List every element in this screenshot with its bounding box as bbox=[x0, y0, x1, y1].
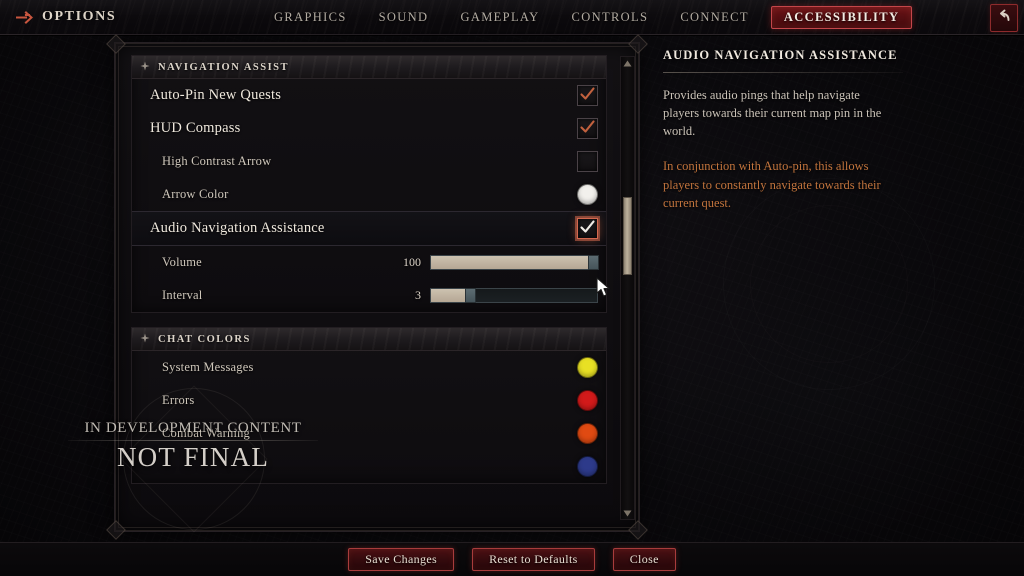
back-arrow-icon bbox=[996, 9, 1012, 28]
section-title-chat-colors: CHAT COLORS bbox=[158, 333, 251, 345]
description-panel: AUDIO NAVIGATION ASSISTANCE Provides aud… bbox=[663, 48, 983, 390]
color-swatch-combat-warning[interactable] bbox=[577, 423, 598, 444]
control-interval: 3 bbox=[393, 288, 598, 303]
control-partial-next bbox=[577, 456, 598, 477]
frame-ornament-br bbox=[628, 520, 648, 540]
row-partial-next[interactable] bbox=[132, 450, 606, 483]
checkbox-auto-pin-new-quests[interactable] bbox=[577, 85, 598, 106]
save-changes-button[interactable]: Save Changes bbox=[348, 548, 455, 571]
label-audio-navigation-assistance: Audio Navigation Assistance bbox=[150, 220, 325, 236]
slider-fill-volume bbox=[431, 256, 597, 269]
slider-volume[interactable] bbox=[430, 255, 599, 270]
color-swatch-errors[interactable] bbox=[577, 390, 598, 411]
settings-scroll-area[interactable]: NAVIGATION ASSIST Auto-Pin New Quests HU… bbox=[131, 55, 607, 519]
description-title: AUDIO NAVIGATION ASSISTANCE bbox=[663, 48, 898, 62]
row-arrow-color[interactable]: Arrow Color bbox=[132, 178, 606, 211]
frame-ornament-bl bbox=[106, 520, 126, 540]
label-auto-pin-new-quests: Auto-Pin New Quests bbox=[150, 87, 282, 103]
checkbox-audio-navigation-assistance[interactable] bbox=[577, 218, 598, 239]
control-auto-pin-new-quests bbox=[577, 85, 598, 106]
scrollbar-down-button[interactable] bbox=[621, 507, 634, 519]
top-navigation-bar: OPTIONS GRAPHICS SOUND GAMEPLAY CONTROLS… bbox=[0, 0, 1024, 35]
row-audio-navigation-assistance[interactable]: Audio Navigation Assistance bbox=[132, 211, 606, 246]
tab-accessibility[interactable]: ACCESSIBILITY bbox=[770, 5, 913, 29]
tab-connect[interactable]: CONNECT bbox=[664, 6, 764, 29]
arrow-right-icon bbox=[14, 10, 34, 24]
label-system-messages: System Messages bbox=[162, 360, 254, 374]
slider-handle-volume[interactable] bbox=[588, 255, 599, 270]
control-volume: 100 bbox=[393, 255, 599, 270]
row-hud-compass[interactable]: HUD Compass bbox=[132, 112, 606, 145]
options-label: OPTIONS bbox=[42, 9, 117, 24]
diamond-icon bbox=[140, 330, 150, 348]
frame-ornament-tr bbox=[628, 34, 648, 54]
settings-panel-frame: NAVIGATION ASSIST Auto-Pin New Quests HU… bbox=[106, 34, 648, 540]
color-swatch-arrow-color[interactable] bbox=[577, 184, 598, 205]
diamond-icon bbox=[140, 58, 150, 76]
label-arrow-color: Arrow Color bbox=[162, 187, 229, 201]
section-title-navigation-assist: NAVIGATION ASSIST bbox=[158, 61, 290, 73]
tab-controls[interactable]: CONTROLS bbox=[556, 6, 665, 29]
control-system-messages bbox=[577, 357, 598, 378]
frame-ornament-tl bbox=[106, 34, 126, 54]
label-volume: Volume bbox=[162, 255, 202, 269]
control-audio-navigation-assistance bbox=[577, 218, 598, 239]
options-screen: OPTIONS GRAPHICS SOUND GAMEPLAY CONTROLS… bbox=[0, 0, 1024, 576]
reset-to-defaults-button[interactable]: Reset to Defaults bbox=[472, 548, 595, 571]
description-body: Provides audio pings that help navigate … bbox=[663, 88, 882, 139]
section-header-chat-colors: CHAT COLORS bbox=[132, 328, 606, 351]
label-interval: Interval bbox=[162, 288, 203, 302]
row-combat-warning[interactable]: Combat Warning bbox=[132, 417, 606, 450]
triangle-up-icon bbox=[623, 54, 632, 72]
footer-bar: Save Changes Reset to Defaults Close bbox=[0, 542, 1024, 576]
control-high-contrast-arrow bbox=[577, 151, 598, 172]
label-hud-compass: HUD Compass bbox=[150, 120, 241, 136]
row-errors[interactable]: Errors bbox=[132, 384, 606, 417]
control-arrow-color bbox=[577, 184, 598, 205]
row-interval[interactable]: Interval 3 bbox=[132, 279, 606, 312]
control-hud-compass bbox=[577, 118, 598, 139]
scrollbar-thumb[interactable] bbox=[623, 197, 632, 275]
control-errors bbox=[577, 390, 598, 411]
scrollbar-up-button[interactable] bbox=[621, 57, 634, 69]
value-interval: 3 bbox=[415, 288, 421, 302]
row-auto-pin-new-quests[interactable]: Auto-Pin New Quests bbox=[132, 79, 606, 112]
tab-sound[interactable]: SOUND bbox=[363, 6, 445, 29]
settings-scrollbar[interactable] bbox=[620, 56, 635, 520]
tab-graphics[interactable]: GRAPHICS bbox=[258, 6, 363, 29]
label-combat-warning: Combat Warning bbox=[162, 426, 251, 440]
color-swatch-partial-next[interactable] bbox=[577, 456, 598, 477]
label-errors: Errors bbox=[162, 393, 195, 407]
back-button[interactable] bbox=[990, 4, 1018, 32]
settings-tabs: GRAPHICS SOUND GAMEPLAY CONTROLS CONNECT… bbox=[258, 0, 918, 34]
value-volume: 100 bbox=[403, 255, 421, 269]
options-title-block: OPTIONS bbox=[8, 3, 130, 31]
description-note: In conjunction with Auto-pin, this allow… bbox=[663, 159, 881, 210]
section-header-navigation-assist: NAVIGATION ASSIST bbox=[132, 56, 606, 79]
row-volume[interactable]: Volume 100 bbox=[132, 246, 606, 279]
row-system-messages[interactable]: System Messages bbox=[132, 351, 606, 384]
section-navigation-assist: NAVIGATION ASSIST Auto-Pin New Quests HU… bbox=[131, 55, 607, 313]
control-combat-warning bbox=[577, 423, 598, 444]
label-high-contrast-arrow: High Contrast Arrow bbox=[162, 154, 272, 168]
slider-fill-interval bbox=[431, 289, 468, 302]
slider-interval[interactable] bbox=[430, 288, 598, 303]
row-high-contrast-arrow[interactable]: High Contrast Arrow bbox=[132, 145, 606, 178]
color-swatch-system-messages[interactable] bbox=[577, 357, 598, 378]
close-button[interactable]: Close bbox=[612, 548, 676, 571]
checkbox-hud-compass[interactable] bbox=[577, 118, 598, 139]
triangle-down-icon bbox=[623, 504, 632, 522]
checkbox-high-contrast-arrow[interactable] bbox=[577, 151, 598, 172]
description-divider bbox=[663, 72, 903, 73]
slider-handle-interval[interactable] bbox=[465, 288, 476, 303]
section-chat-colors: CHAT COLORS System Messages Errors Comba… bbox=[131, 327, 607, 484]
tab-gameplay[interactable]: GAMEPLAY bbox=[444, 6, 555, 29]
